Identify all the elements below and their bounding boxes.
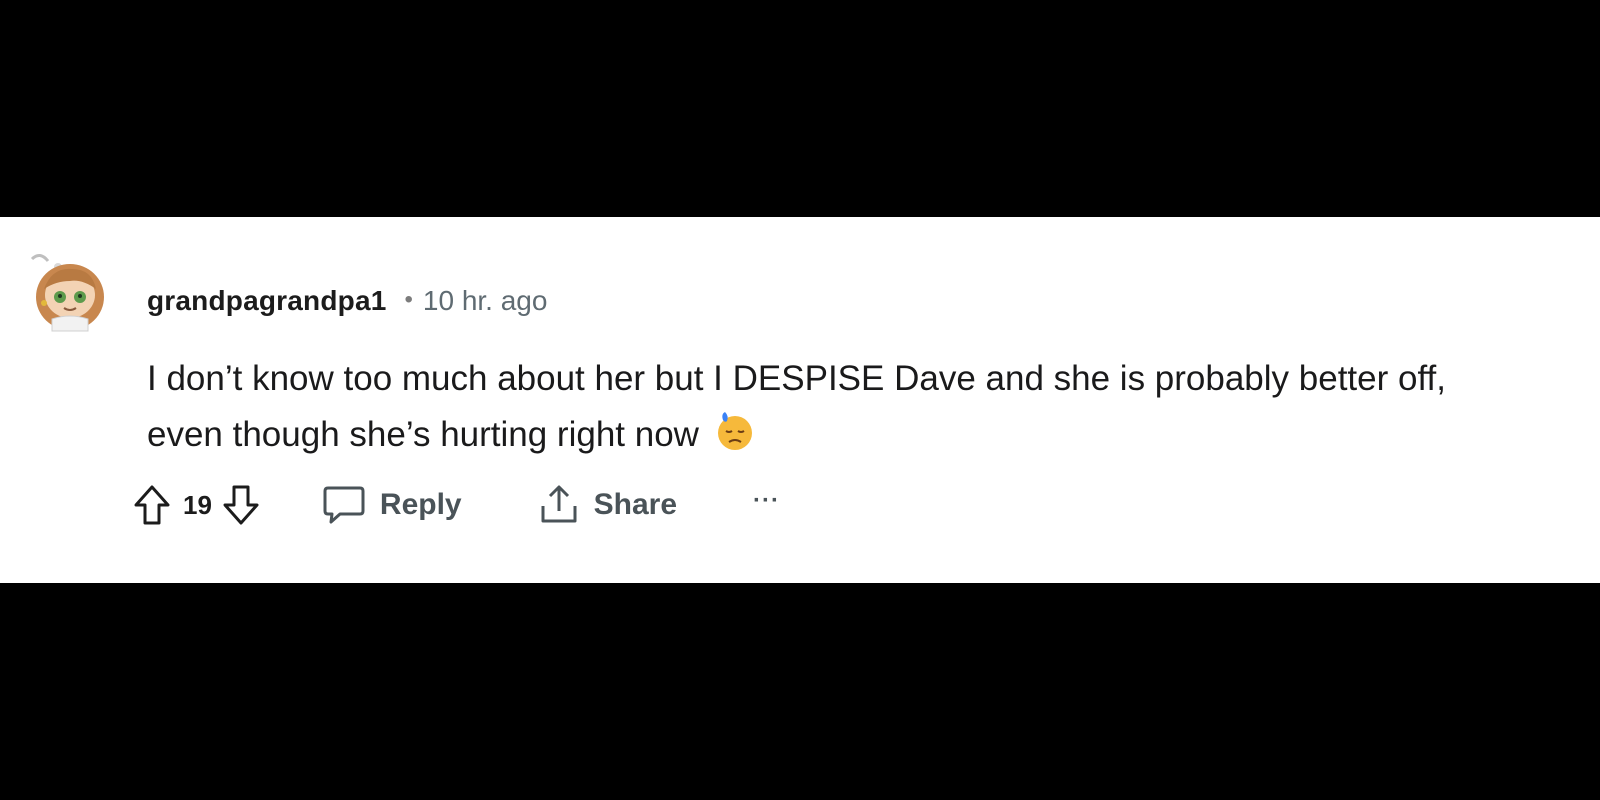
downvote-arrow-icon[interactable]	[222, 484, 260, 526]
comment-body-line-1: I don’t know too much about her but I DE…	[147, 359, 1446, 398]
meta-separator: •	[404, 286, 413, 313]
vote-count: 19	[183, 489, 212, 520]
username-link[interactable]: grandpagrandpa1	[147, 285, 386, 317]
upvote-arrow-icon[interactable]	[133, 484, 171, 526]
comment-actions: 19 Reply Share ···	[133, 481, 780, 529]
comment-body-line-2-text: even though she’s hurting right now	[147, 415, 699, 454]
avatar-icon	[30, 254, 104, 332]
comment-body-line-2: even though she’s hurting right now	[147, 407, 1567, 463]
comment-body: I don’t know too much about her but I DE…	[147, 351, 1567, 463]
comment-panel: grandpagrandpa1 • 10 hr. ago I don’t kno…	[0, 217, 1600, 583]
sad-sweat-face-icon	[715, 412, 755, 452]
more-options-button[interactable]: ···	[753, 487, 780, 515]
reply-button[interactable]: Reply	[322, 484, 462, 526]
reply-label: Reply	[379, 488, 462, 521]
avatar[interactable]	[22, 245, 114, 337]
comment-meta: grandpagrandpa1 • 10 hr. ago	[147, 283, 547, 319]
letterbox-bottom	[0, 583, 1600, 800]
letterbox-top	[0, 0, 1600, 217]
comment-bubble-icon	[322, 484, 366, 526]
share-button[interactable]: Share	[538, 484, 677, 526]
share-label: Share	[593, 488, 678, 521]
timestamp[interactable]: 10 hr. ago	[423, 285, 548, 317]
share-icon	[538, 484, 580, 526]
